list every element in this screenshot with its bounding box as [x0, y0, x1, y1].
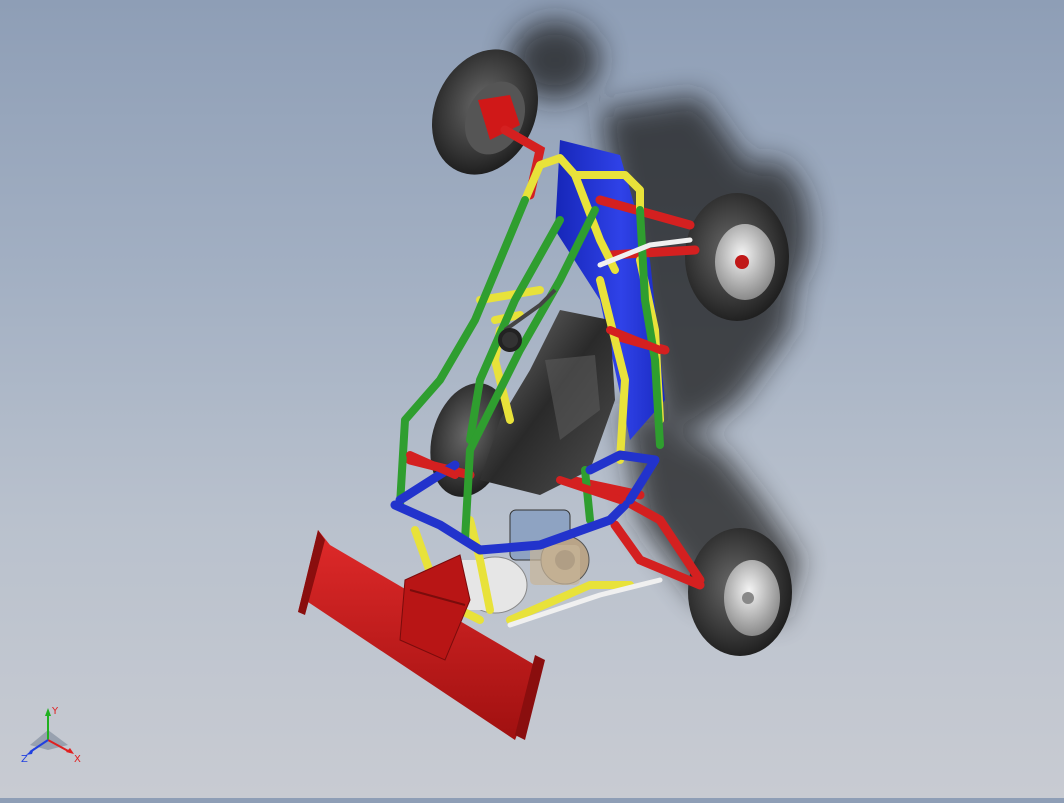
3d-viewport[interactable] [0, 0, 1064, 798]
triad-z-label: Z [21, 754, 28, 765]
triad-svg: Y X Z [21, 706, 81, 765]
orientation-triad[interactable]: Y X Z [18, 700, 88, 770]
model-canvas[interactable] [0, 0, 1064, 798]
triad-y-label: Y [51, 706, 59, 717]
wheel-front-right[interactable] [685, 193, 789, 321]
wheel-rear-right[interactable] [688, 528, 792, 656]
triad-x-label: X [74, 754, 81, 765]
